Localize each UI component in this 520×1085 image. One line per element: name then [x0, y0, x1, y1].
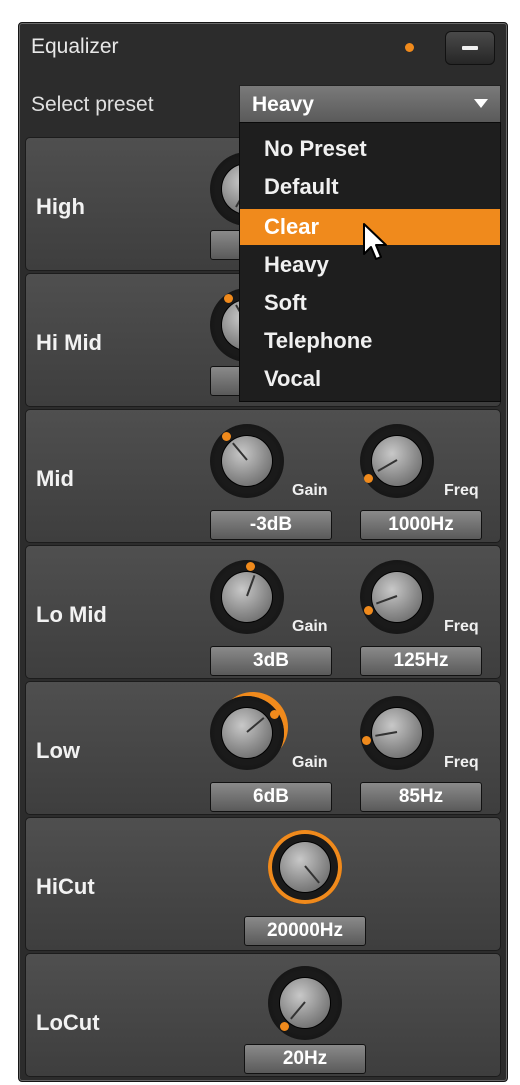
- preset-option-no-preset[interactable]: No Preset: [240, 131, 500, 167]
- mouse-pointer-icon: [363, 223, 387, 260]
- preset-option-vocal[interactable]: Vocal: [240, 361, 500, 397]
- preset-selected-value: Heavy: [252, 93, 314, 116]
- gain-label: Gain: [292, 618, 328, 635]
- band-label: HiCut: [36, 874, 95, 899]
- mid-freq-value[interactable]: 1000Hz: [360, 510, 482, 540]
- status-dot-icon: [405, 43, 414, 52]
- lo-mid-gain-knob[interactable]: [210, 560, 284, 634]
- panel-title: Equalizer: [31, 35, 119, 58]
- freq-label: Freq: [444, 754, 479, 771]
- hicut-freq-value[interactable]: 20000Hz: [244, 916, 366, 946]
- lo-mid-gain-value[interactable]: 3dB: [210, 646, 332, 676]
- lo-mid-freq-knob[interactable]: [360, 560, 434, 634]
- band-low: Low Gain Freq 6dB 85Hz: [25, 681, 501, 815]
- preset-option-soft[interactable]: Soft: [240, 285, 500, 321]
- mid-freq-knob[interactable]: [360, 424, 434, 498]
- mid-gain-value[interactable]: -3dB: [210, 510, 332, 540]
- band-locut: LoCut 20Hz: [25, 953, 501, 1077]
- band-lo-mid: Lo Mid Gain Freq 3dB 125Hz: [25, 545, 501, 679]
- band-label: Mid: [36, 466, 74, 491]
- band-label: Hi Mid: [36, 330, 102, 355]
- band-label: Lo Mid: [36, 602, 107, 627]
- freq-label: Freq: [444, 482, 479, 499]
- low-gain-value[interactable]: 6dB: [210, 782, 332, 812]
- locut-freq-value[interactable]: 20Hz: [244, 1044, 366, 1074]
- preset-select[interactable]: Heavy: [239, 85, 501, 123]
- mid-gain-knob[interactable]: [210, 424, 284, 498]
- preset-label: Select preset: [31, 93, 154, 116]
- locut-freq-knob[interactable]: [268, 966, 342, 1040]
- chevron-down-icon: [474, 99, 488, 108]
- gain-label: Gain: [292, 482, 328, 499]
- minimize-button[interactable]: [445, 31, 495, 65]
- preset-option-telephone[interactable]: Telephone: [240, 323, 500, 359]
- low-freq-value[interactable]: 85Hz: [360, 782, 482, 812]
- gain-label: Gain: [292, 754, 328, 771]
- low-freq-knob[interactable]: [360, 696, 434, 770]
- low-gain-knob[interactable]: [210, 696, 284, 770]
- preset-option-default[interactable]: Default: [240, 169, 500, 205]
- band-label: Low: [36, 738, 80, 763]
- preset-dropdown-list: No Preset Default Clear Heavy Soft Telep…: [239, 122, 501, 402]
- lo-mid-freq-value[interactable]: 125Hz: [360, 646, 482, 676]
- freq-label: Freq: [444, 618, 479, 635]
- band-label: LoCut: [36, 1010, 100, 1035]
- band-hicut: HiCut 20000Hz: [25, 817, 501, 951]
- band-label: High: [36, 194, 85, 219]
- band-mid: Mid Gain Freq -3dB 1000Hz: [25, 409, 501, 543]
- hicut-freq-knob[interactable]: [268, 830, 342, 904]
